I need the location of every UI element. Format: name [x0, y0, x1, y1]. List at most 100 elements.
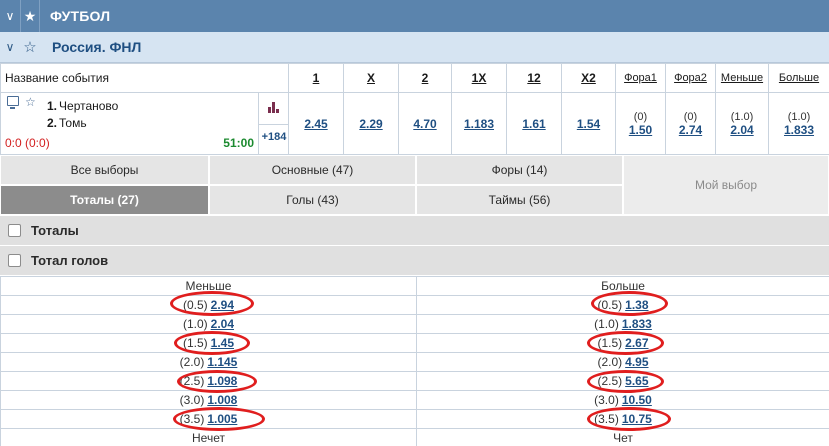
odd-value[interactable]: 2.94	[211, 298, 234, 312]
col-header-under[interactable]: Меньше	[715, 63, 769, 93]
league-header[interactable]: ∨ ☆ Россия. ФНЛ	[0, 32, 829, 63]
odd-value[interactable]: 1.45	[211, 336, 234, 350]
col-header-x2[interactable]: X2	[561, 63, 616, 93]
section-totals[interactable]: Тоталы	[0, 216, 829, 246]
odd-12[interactable]: 1.61	[506, 92, 562, 155]
event-row: ☆ 1. Чертаново 2. Томь 0:0 (0:0) 51:00 +18…	[0, 92, 829, 155]
odd-handicap2[interactable]: (0) 2.74	[665, 92, 716, 155]
team-2[interactable]: 2. Томь	[47, 114, 118, 131]
over-cell[interactable]: (0.5) 1.38	[416, 295, 829, 315]
chevron-down-icon[interactable]: ∨	[0, 9, 20, 23]
odd-value[interactable]: 2.04	[211, 317, 234, 331]
odd-value[interactable]: 1.833	[622, 317, 652, 331]
tab-halves[interactable]: Таймы (56)	[416, 185, 623, 215]
odd-value[interactable]: 2.04	[730, 123, 753, 137]
under-cell[interactable]: (3.0) 1.008	[0, 390, 417, 410]
sport-title: ФУТБОЛ	[50, 8, 111, 24]
tab-all[interactable]: Все выборы	[0, 155, 209, 185]
checkbox-icon[interactable]	[8, 254, 21, 267]
odd-value[interactable]: 2.67	[625, 336, 648, 350]
chevron-down-icon[interactable]: ∨	[0, 40, 20, 54]
tab-handicaps[interactable]: Форы (14)	[416, 155, 623, 185]
col-header-handicap1[interactable]: Фора1	[615, 63, 666, 93]
tab-my-choice[interactable]: Мой выбор	[623, 155, 829, 215]
odd-over[interactable]: (1.0) 1.833	[768, 92, 829, 155]
col-header-1x[interactable]: 1X	[451, 63, 507, 93]
odd-value[interactable]: 1.50	[629, 123, 652, 137]
team-1-name: Чертаново	[59, 98, 119, 113]
col-header-1[interactable]: 1	[288, 63, 344, 93]
odd-under[interactable]: (1.0) 2.04	[715, 92, 769, 155]
match-time: 51:00	[223, 136, 254, 150]
odd-value[interactable]: 1.098	[207, 374, 237, 388]
under-cell[interactable]: (1.0) 2.04	[0, 314, 417, 334]
tab-main[interactable]: Основные (47)	[209, 155, 416, 185]
odd-w2[interactable]: 4.70	[398, 92, 452, 155]
over-cell[interactable]: (1.5) 2.67	[416, 333, 829, 353]
over-cell[interactable]: (2.0) 4.95	[416, 352, 829, 372]
bar-chart-icon[interactable]	[268, 101, 282, 113]
odd-value[interactable]: 2.74	[679, 123, 702, 137]
col-header-12[interactable]: 12	[506, 63, 562, 93]
odd-value[interactable]: 1.005	[207, 412, 237, 426]
under-cell[interactable]: (2.5) 1.098	[0, 371, 417, 391]
star-outline-icon[interactable]: ☆	[25, 96, 36, 108]
under-header: Меньше	[0, 276, 417, 296]
odd-value[interactable]: 1.38	[625, 298, 648, 312]
total-param: (2.0)	[179, 355, 205, 369]
under-cell[interactable]: (2.0) 1.145	[0, 352, 417, 372]
under-cell[interactable]: (3.5) 1.005	[0, 409, 417, 429]
event-icons: ☆	[7, 96, 36, 109]
odd-x2[interactable]: 1.54	[561, 92, 616, 155]
more-markets-link[interactable]: +184	[259, 131, 289, 143]
odd-param: (0)	[683, 110, 698, 123]
over-cell[interactable]: (2.5) 5.65	[416, 371, 829, 391]
odd-value[interactable]: 10.50	[622, 393, 652, 407]
total-param: (0.5)	[597, 298, 623, 312]
under-cell[interactable]: (1.5) 1.45	[0, 333, 417, 353]
col-header-handicap2[interactable]: Фора2	[665, 63, 716, 93]
odd-x[interactable]: 2.29	[343, 92, 399, 155]
col-header-x[interactable]: X	[343, 63, 399, 93]
odd-value[interactable]: 1.145	[207, 355, 237, 369]
under-cell[interactable]: (0.5) 2.94	[0, 295, 417, 315]
odd-handicap1[interactable]: (0) 1.50	[615, 92, 666, 155]
sport-header[interactable]: ∨ ★ ФУТБОЛ	[0, 0, 829, 32]
star-outline-icon[interactable]: ☆	[20, 38, 40, 56]
total-param: (1.5)	[182, 336, 208, 350]
tab-goals[interactable]: Голы (43)	[209, 185, 416, 215]
odd-value[interactable]: 1.008	[207, 393, 237, 407]
monitor-icon[interactable]	[7, 96, 19, 109]
live-score: 0:0 (0:0)	[5, 136, 50, 150]
odd-1x[interactable]: 1.183	[451, 92, 507, 155]
event-cell: ☆ 1. Чертаново 2. Томь 0:0 (0:0) 51:00 +18…	[0, 92, 289, 155]
market-tabs: Все выборы Основные (47) Форы (14) Тотал…	[0, 155, 829, 215]
over-cell[interactable]: (3.0) 10.50	[416, 390, 829, 410]
odd-value[interactable]: 4.70	[413, 117, 436, 131]
team-1[interactable]: 1. Чертаново	[47, 97, 118, 114]
odd-value[interactable]: 1.54	[577, 117, 600, 131]
total-param: (2.5)	[597, 374, 623, 388]
star-icon[interactable]: ★	[20, 0, 40, 32]
total-goals-header: Меньше Больше	[0, 276, 829, 296]
tab-totals[interactable]: Тоталы (27)	[0, 185, 209, 215]
odd-value[interactable]: 2.45	[304, 117, 327, 131]
odd-value[interactable]: 10.75	[622, 412, 652, 426]
total-goals-table: Меньше Больше (0.5) 2.94 (0.5) 1.38 (1.0) 2…	[0, 276, 829, 446]
odd-value[interactable]: 1.833	[784, 123, 814, 137]
checkbox-icon[interactable]	[8, 224, 21, 237]
odd-w1[interactable]: 2.45	[288, 92, 344, 155]
odd-value[interactable]: 5.65	[625, 374, 648, 388]
odd-param: (1.0)	[787, 110, 811, 123]
over-cell[interactable]: (1.0) 1.833	[416, 314, 829, 334]
odd-value[interactable]: 2.29	[359, 117, 382, 131]
col-header-2[interactable]: 2	[398, 63, 452, 93]
odd-value[interactable]: 1.61	[522, 117, 545, 131]
section-total-goals[interactable]: Тотал голов	[0, 246, 829, 276]
table-row: (1.0) 2.04 (1.0) 1.833	[0, 314, 829, 334]
odd-value[interactable]: 1.183	[464, 117, 494, 131]
teams: 1. Чертаново 2. Томь	[47, 97, 118, 131]
odd-value[interactable]: 4.95	[625, 355, 648, 369]
over-cell[interactable]: (3.5) 10.75	[416, 409, 829, 429]
col-header-over[interactable]: Больше	[768, 63, 829, 93]
